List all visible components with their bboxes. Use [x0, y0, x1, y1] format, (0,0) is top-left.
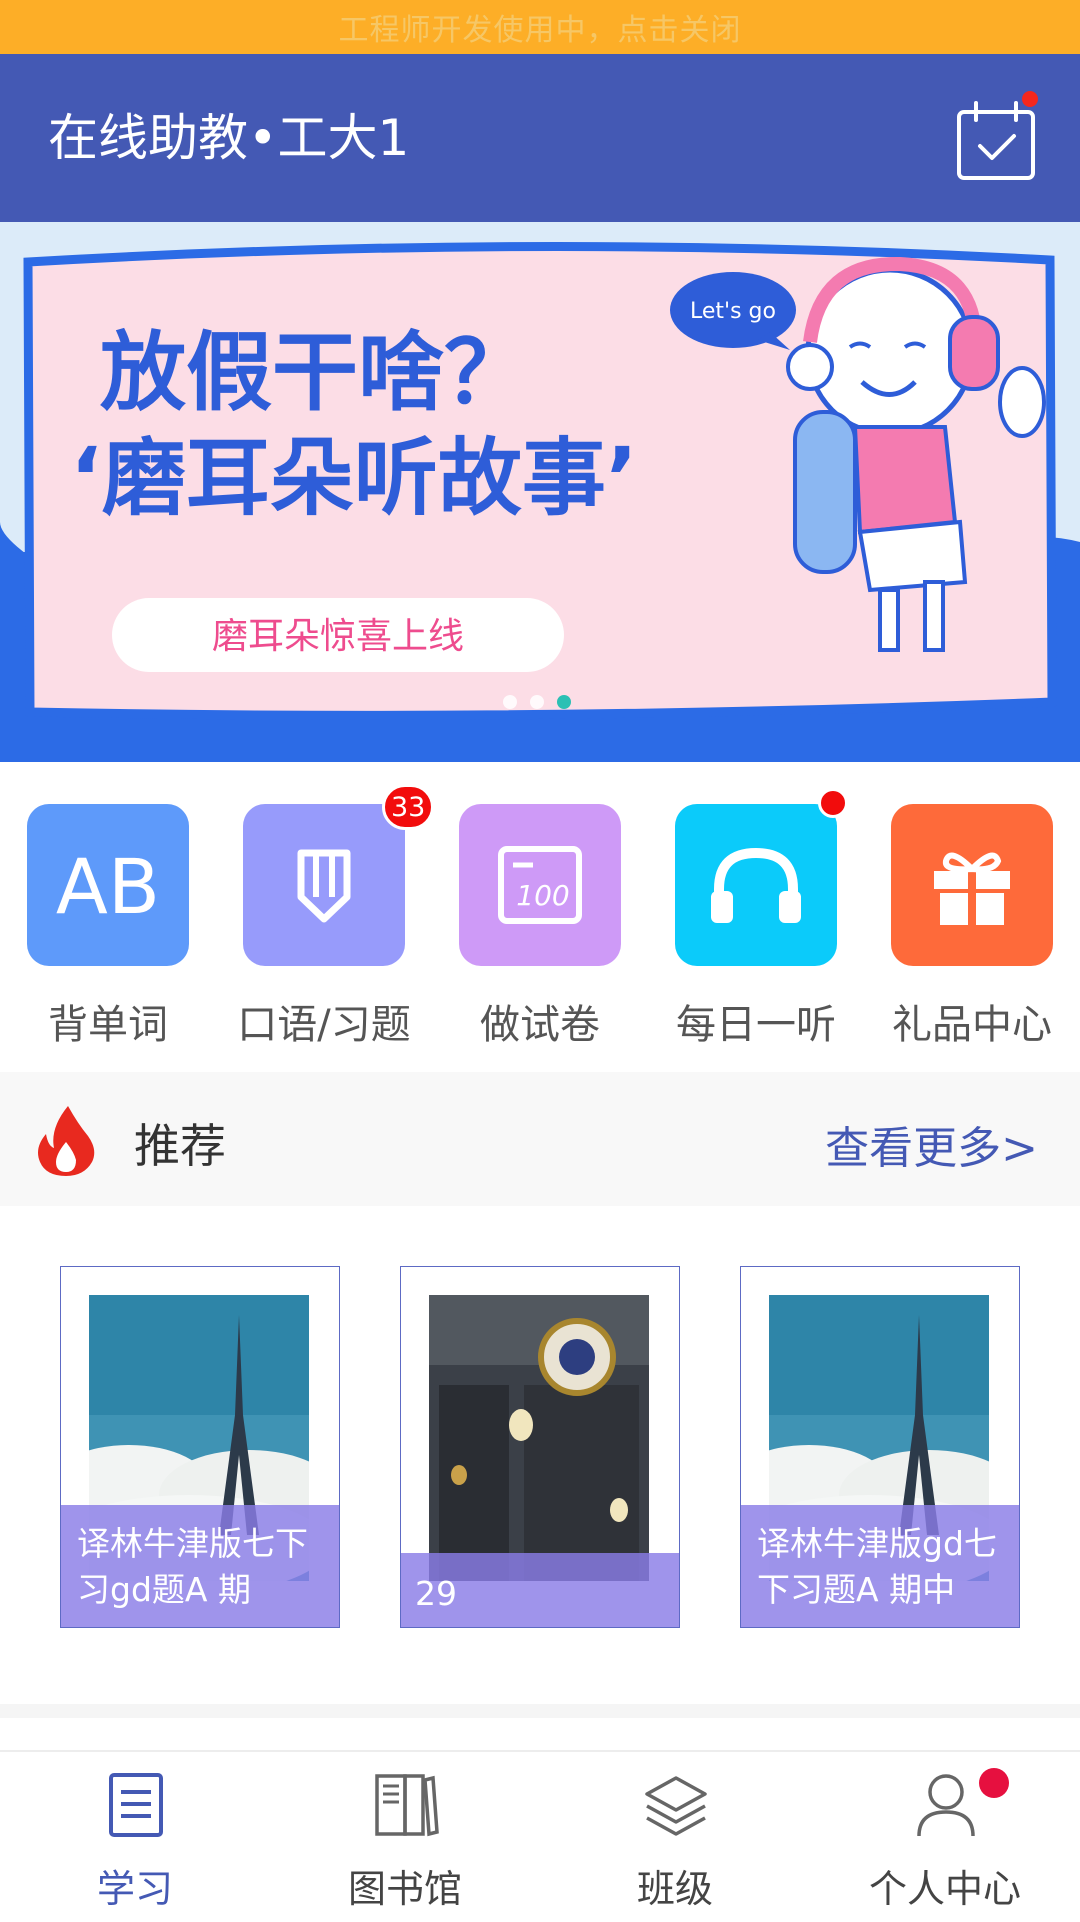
layers-icon [645, 1776, 707, 1836]
banner-headline-2: ‘磨耳朵听故事’ [70, 429, 638, 527]
section-divider [0, 1704, 1080, 1718]
tab-study[interactable]: 学习 [0, 1752, 270, 1922]
pencil-icon[interactable] [243, 804, 405, 966]
svg-text:AB: AB [56, 845, 160, 925]
tab-label: 学习 [96, 1867, 173, 1911]
banner-illustration: 放假干啥？ ‘磨耳朵听故事’ 磨耳朵惊喜上线 Let's go [0, 222, 1080, 762]
menu-gift-center[interactable]: 礼品中心 [864, 804, 1064, 1054]
card-image-storefront [429, 1295, 649, 1581]
pagination-dot[interactable] [503, 695, 517, 709]
tab-label: 班级 [636, 1867, 713, 1911]
headphones-icon[interactable] [675, 804, 837, 966]
tab-library[interactable]: 图书馆 [270, 1752, 540, 1922]
fire-icon [38, 1106, 95, 1176]
tab-class[interactable]: 班级 [540, 1752, 810, 1922]
menu-label: 背单词 [48, 1002, 168, 1048]
menu-daily-listening[interactable]: 每日一听 [648, 788, 848, 1054]
exam-paper-icon[interactable]: 100 [459, 804, 621, 966]
quick-menu: AB 背单词 33 口语/习题 100 做试卷 每日一听 礼品中心 [0, 762, 1080, 1070]
card-caption: 译林牛津版gd七下习题A 期中 [741, 1505, 1019, 1627]
banner-button-text: 磨耳朵惊喜上线 [212, 616, 464, 657]
dev-notice-text: 工程师开发使用中，点击关闭 [338, 13, 742, 48]
page-title: 在线助教•工大1 [48, 109, 410, 167]
banner-bubble-text: Let's go [690, 299, 776, 324]
banner-pagination [503, 695, 571, 709]
tab-profile[interactable]: 个人中心 [810, 1752, 1080, 1922]
notification-dot [818, 788, 848, 818]
gift-icon[interactable] [891, 804, 1053, 966]
app-header: 在线助教•工大1 [0, 54, 1080, 222]
menu-label: 每日一听 [676, 1002, 836, 1048]
svg-text:100: 100 [516, 879, 569, 912]
menu-exam[interactable]: 100 做试卷 [432, 804, 632, 1054]
count-badge: 33 [382, 784, 435, 830]
notification-dot [979, 1768, 1009, 1798]
bottom-tab-bar: 学习 图书馆 班级 个人中心 [0, 1750, 1080, 1922]
banner-headline-1: 放假干啥？ [100, 323, 530, 423]
menu-vocab[interactable]: AB 背单词 [0, 804, 200, 1054]
tab-label: 图书馆 [347, 1867, 462, 1911]
menu-label: 口语/习题 [237, 1002, 411, 1048]
recommend-header: 推荐 查看更多> [0, 1072, 1080, 1206]
recommend-card[interactable]: 译林牛津版gd七下习题A 期中 [740, 1266, 1020, 1628]
library-icon [375, 1774, 439, 1837]
pagination-dot[interactable] [530, 695, 544, 709]
recommend-card[interactable]: 29 [400, 1266, 680, 1628]
study-icon [109, 1773, 163, 1837]
recommend-card[interactable]: 译林牛津版七下习gd题A 期 [60, 1266, 340, 1628]
ab-letters-icon[interactable]: AB [27, 804, 189, 966]
pagination-dot-active[interactable] [557, 695, 571, 709]
notification-dot [1022, 91, 1038, 107]
card-caption: 译林牛津版七下习gd题A 期 [61, 1505, 339, 1627]
recommend-title: 推荐 [134, 1119, 226, 1173]
tab-label: 个人中心 [868, 1867, 1021, 1911]
menu-speaking-exercises[interactable]: 33 口语/习题 [216, 784, 435, 1054]
card-caption: 29 [401, 1553, 679, 1627]
menu-label: 礼品中心 [892, 1002, 1052, 1048]
menu-label: 做试卷 [480, 1002, 600, 1048]
view-more-link[interactable]: 查看更多> [825, 1112, 1038, 1176]
promo-banner[interactable]: 放假干啥？ ‘磨耳朵听故事’ 磨耳朵惊喜上线 Let's go [0, 222, 1080, 762]
calendar-check-icon[interactable] [956, 100, 1036, 182]
person-icon [917, 1774, 975, 1837]
dev-notice-bar[interactable]: 工程师开发使用中，点击关闭 [0, 0, 1080, 54]
recommend-cards: 译林牛津版七下习gd题A 期 29 译林牛津版gd七下习题A 期中 [0, 1206, 1080, 1704]
